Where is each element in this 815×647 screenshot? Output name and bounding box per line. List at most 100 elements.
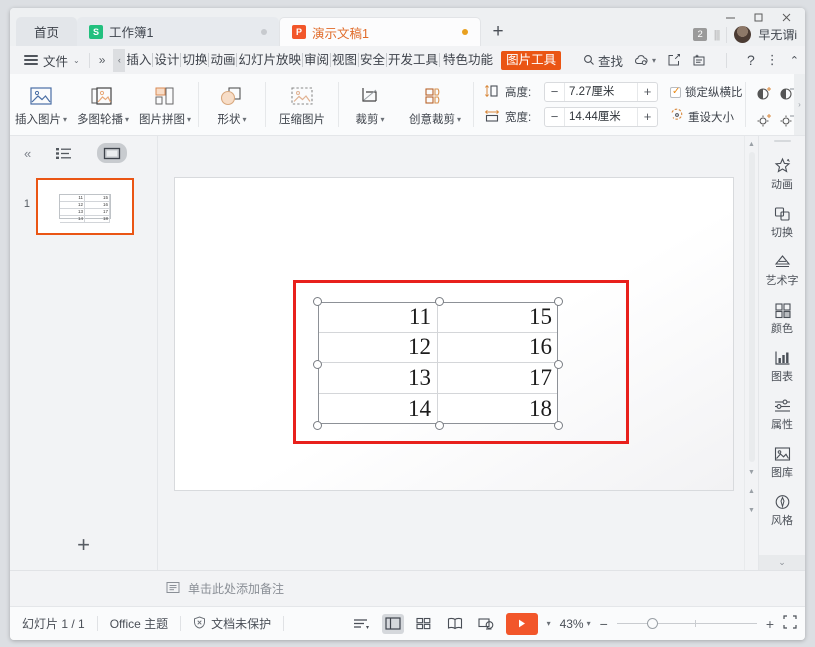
tab-presentation-dot[interactable]: [462, 29, 468, 35]
tab-presentation[interactable]: P 演示文稿1: [279, 17, 481, 46]
sidebar-item-properties[interactable]: 属性: [759, 390, 805, 438]
zoom-out-button[interactable]: −: [600, 616, 608, 632]
slide-surface[interactable]: 11 15 12 16 13 17 14 18: [174, 177, 734, 491]
scroll-down-icon[interactable]: ▼: [748, 469, 755, 476]
resize-handle-bottom-right[interactable]: [554, 421, 563, 430]
shapes-button[interactable]: 形状▾: [201, 74, 263, 135]
avatar[interactable]: [734, 26, 751, 43]
tab-picture-tools[interactable]: 图片工具: [501, 51, 561, 70]
tab-animation[interactable]: 动画: [209, 53, 237, 67]
compress-picture-button[interactable]: 压缩图片: [268, 74, 336, 135]
sidebar-item-chart[interactable]: 图表: [759, 342, 805, 390]
slide-sorter-icon[interactable]: [413, 614, 435, 634]
contrast-decrease-icon[interactable]: [779, 85, 796, 107]
slide-view-icon[interactable]: [97, 143, 127, 163]
user-name[interactable]: 早无谓i: [758, 26, 797, 43]
help-icon[interactable]: ?: [747, 52, 755, 68]
theme-name[interactable]: Office 主题: [98, 615, 180, 632]
zoom-slider[interactable]: [617, 623, 757, 624]
width-increase-button[interactable]: +: [638, 108, 657, 126]
ribbon-scroll-right-icon[interactable]: ›: [794, 74, 805, 135]
vertical-scrollbar[interactable]: ▲ ▼ ▲ ▼: [744, 136, 758, 570]
zoom-in-button[interactable]: +: [766, 616, 774, 632]
sidebar-item-wordart[interactable]: 艺术字: [759, 246, 805, 294]
list-view-icon[interactable]: ▾: [351, 614, 373, 634]
sidebar-item-gallery[interactable]: 图库: [759, 438, 805, 486]
tab-design[interactable]: 设计: [153, 53, 181, 67]
height-decrease-button[interactable]: −: [545, 83, 564, 101]
list-item[interactable]: 1 11 15 12 16 13 17 14 18: [10, 178, 157, 235]
height-increase-button[interactable]: +: [638, 83, 657, 101]
file-menu-button[interactable]: 文件 ⌄: [24, 51, 80, 70]
resize-handle-top-left[interactable]: [313, 297, 322, 306]
width-value[interactable]: 14.44厘米: [564, 108, 638, 126]
crop-button[interactable]: 裁剪▾: [341, 74, 399, 135]
reading-view-icon[interactable]: [444, 614, 466, 634]
reset-size-button[interactable]: 重设大小: [670, 108, 743, 125]
resize-handle-top-right[interactable]: [554, 297, 563, 306]
close-icon[interactable]: [773, 8, 799, 26]
sidebar-item-transition[interactable]: 切换: [759, 198, 805, 246]
cloud-icon[interactable]: ▾: [634, 54, 656, 66]
resize-handle-bottom-left[interactable]: [313, 421, 322, 430]
document-protection-status[interactable]: 文档未保护: [181, 615, 283, 632]
tab-workbook[interactable]: S 工作簿1: [77, 17, 279, 46]
slide-counter[interactable]: 幻灯片 1 / 1: [10, 615, 97, 632]
resize-handle-top-center[interactable]: [435, 297, 444, 306]
height-stepper[interactable]: − 7.27厘米 +: [544, 82, 658, 102]
zoom-level[interactable]: 43% ▾: [560, 617, 591, 631]
tab-developer[interactable]: 开发工具: [387, 53, 440, 67]
previous-slide-icon[interactable]: ▲: [748, 488, 755, 495]
tab-count-badge[interactable]: 2: [693, 28, 706, 41]
next-slide-icon[interactable]: ▼: [748, 507, 755, 514]
creative-crop-button[interactable]: 创意裁剪▾: [399, 74, 471, 135]
slide-thumbnail-1[interactable]: 11 15 12 16 13 17 14 18: [36, 178, 134, 235]
start-slideshow-button[interactable]: [506, 613, 538, 635]
add-slide-button[interactable]: +: [10, 520, 157, 570]
tabs-scroll-left-icon[interactable]: ‹: [113, 49, 125, 72]
new-tab-button[interactable]: +: [481, 17, 515, 46]
maximize-icon[interactable]: [745, 8, 771, 26]
normal-view-icon[interactable]: [382, 614, 404, 634]
lock-aspect-ratio-checkbox[interactable]: 锁定纵横比: [670, 84, 743, 100]
fit-screen-icon[interactable]: [783, 615, 797, 632]
tab-special-features[interactable]: 特色功能: [440, 53, 495, 67]
snapshot-icon[interactable]: [692, 53, 706, 67]
brightness-decrease-icon[interactable]: [779, 112, 796, 134]
brightness-increase-icon[interactable]: [756, 112, 773, 134]
height-value[interactable]: 7.27厘米: [564, 83, 638, 101]
more-menu-icon[interactable]: »: [99, 53, 106, 67]
width-decrease-button[interactable]: −: [545, 108, 564, 126]
notes-pane[interactable]: 单击此处添加备注: [10, 570, 805, 606]
more-vert-icon[interactable]: ⋮: [766, 56, 779, 64]
tab-transition[interactable]: 切换: [181, 53, 209, 67]
collapse-pane-icon[interactable]: «: [24, 146, 31, 161]
resize-handle-bottom-center[interactable]: [435, 421, 444, 430]
tab-slideshow[interactable]: 幻灯片放映: [237, 53, 303, 67]
tab-view[interactable]: 视图: [331, 53, 359, 67]
insert-picture-button[interactable]: 插入图片▾: [10, 74, 72, 135]
notes-placeholder-row[interactable]: 单击此处添加备注: [158, 580, 284, 597]
tab-workbook-dot[interactable]: [261, 29, 267, 35]
outline-view-icon[interactable]: [49, 143, 79, 163]
resize-handle-middle-left[interactable]: [313, 360, 322, 369]
tab-list-icon[interactable]: |||: [714, 29, 720, 41]
resize-handle-middle-right[interactable]: [554, 360, 563, 369]
scrollbar-thumb[interactable]: [749, 152, 755, 462]
minimize-icon[interactable]: [717, 8, 743, 26]
sidebar-item-color[interactable]: 颜色: [759, 294, 805, 342]
slide-canvas-area[interactable]: 11 15 12 16 13 17 14 18: [158, 136, 758, 570]
selected-picture[interactable]: 11 15 12 16 13 17 14 18: [318, 302, 558, 424]
width-stepper[interactable]: − 14.44厘米 +: [544, 107, 658, 127]
carousel-button[interactable]: 多图轮播▾: [72, 74, 134, 135]
presenter-view-icon[interactable]: [475, 614, 497, 634]
tab-security[interactable]: 安全: [359, 53, 387, 67]
tab-review[interactable]: 审阅: [303, 53, 331, 67]
share-icon[interactable]: [667, 53, 681, 67]
scroll-up-icon[interactable]: ▲: [748, 141, 755, 148]
contrast-increase-icon[interactable]: [756, 85, 773, 107]
tab-home[interactable]: 首页: [16, 17, 77, 46]
sidebar-item-animation[interactable]: 动画: [759, 150, 805, 198]
find-button[interactable]: 查找: [583, 51, 623, 70]
sidebar-item-style[interactable]: 风格: [759, 486, 805, 534]
